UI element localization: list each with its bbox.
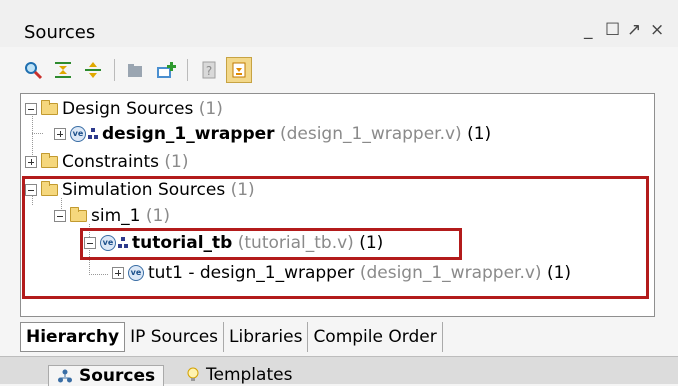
float-button[interactable]: ↗ xyxy=(627,20,641,40)
add-sources-icon[interactable] xyxy=(153,57,179,83)
node-count: (1) xyxy=(164,152,189,172)
node-count: (1) xyxy=(467,124,492,144)
tab-ip-sources[interactable]: IP Sources xyxy=(125,322,225,352)
toolbar-separator xyxy=(114,59,115,81)
tree-guide-line xyxy=(32,133,44,134)
properties-icon[interactable]: ? xyxy=(196,57,222,83)
tree-node-constraints[interactable]: Constraints (1) xyxy=(25,150,189,174)
folder-icon xyxy=(41,153,58,168)
file-name: (design_1_wrapper.v) xyxy=(279,124,462,144)
node-label: Constraints xyxy=(62,152,159,172)
highlight-tutorial-tb xyxy=(80,228,462,260)
tab-libraries[interactable]: Libraries xyxy=(224,322,309,352)
expand-toggle-icon[interactable] xyxy=(54,128,66,140)
sources-tab-icon xyxy=(58,369,72,383)
expand-toggle-icon[interactable] xyxy=(25,156,37,168)
node-count: (1) xyxy=(198,99,223,119)
minimize-button[interactable]: _ xyxy=(584,20,593,40)
tab-templates-label: Templates xyxy=(206,365,293,385)
sources-view-tabs: Hierarchy IP Sources Libraries Compile O… xyxy=(20,322,443,352)
folder-icon xyxy=(41,100,58,115)
tab-hierarchy[interactable]: Hierarchy xyxy=(20,322,126,352)
panel-title-bar: Sources _ ☐ ↗ × xyxy=(0,0,678,47)
hierarchy-top-icon xyxy=(88,128,98,140)
maximize-button[interactable]: ☐ xyxy=(605,20,620,40)
svg-text:?: ? xyxy=(206,64,212,78)
sources-toolbar: ? xyxy=(20,53,252,87)
collapse-toggle-icon[interactable] xyxy=(25,103,37,115)
panel-title: Sources xyxy=(24,22,96,43)
tree-node-design-wrapper[interactable]: ve design_1_wrapper (design_1_wrapper.v)… xyxy=(54,122,491,146)
tab-templates[interactable]: Templates xyxy=(178,365,300,385)
search-icon[interactable] xyxy=(20,57,46,83)
toolbar-separator xyxy=(187,59,188,81)
expand-all-icon[interactable] xyxy=(80,57,106,83)
bottom-tab-bar: Sources Templates xyxy=(0,356,678,386)
show-hierarchy-icon[interactable] xyxy=(226,57,252,83)
tab-sources-label: Sources xyxy=(79,366,156,386)
lightbulb-icon xyxy=(187,367,199,381)
tab-compile-order[interactable]: Compile Order xyxy=(308,322,443,352)
add-folder-icon[interactable] xyxy=(123,57,149,83)
verilog-file-icon: ve xyxy=(70,126,86,142)
node-label: Design Sources xyxy=(62,99,194,119)
module-name: design_1_wrapper xyxy=(102,124,275,144)
collapse-all-icon[interactable] xyxy=(50,57,76,83)
close-button[interactable]: × xyxy=(650,20,664,40)
tree-node-design-sources[interactable]: Design Sources (1) xyxy=(25,97,223,121)
